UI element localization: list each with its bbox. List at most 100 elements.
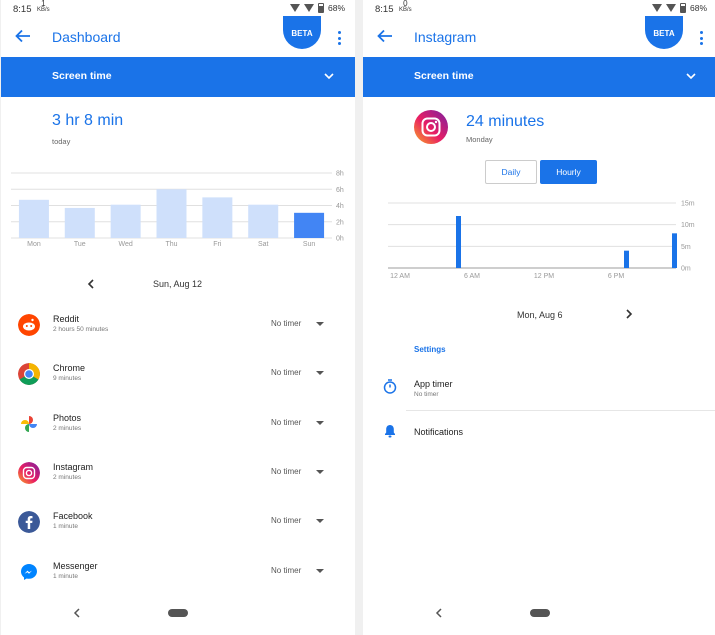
previous-day-icon[interactable]	[87, 279, 95, 289]
y-tick-label: 0h	[336, 236, 344, 243]
app-bar: Dashboard BETA	[1, 16, 355, 58]
section-label: Screen time	[414, 70, 474, 82]
y-tick-label: 8h	[336, 171, 344, 178]
daily-toggle[interactable]: Daily	[485, 160, 537, 184]
bar-fri	[202, 197, 233, 238]
dropdown-arrow-icon[interactable]	[316, 371, 324, 376]
timer-dropdown[interactable]: No timer	[271, 516, 301, 525]
app-duration: 1 minute	[53, 523, 78, 531]
next-day-icon[interactable]	[625, 309, 633, 319]
status-time: 8:15	[375, 4, 394, 15]
more-options-icon[interactable]	[700, 31, 703, 45]
bar-tue	[64, 207, 95, 238]
x-tick-label: 6 AM	[464, 273, 480, 280]
hour-bar	[624, 250, 629, 268]
y-tick-label: 5m	[681, 244, 691, 251]
total-screen-time: 24 minutes	[466, 113, 545, 130]
screen-time-dropdown[interactable]: Screen time	[363, 57, 715, 97]
network-speed-unit: KB/s	[37, 7, 50, 13]
app-row-messenger[interactable]: Messenger 1 minute No timer	[1, 553, 355, 593]
app-row-facebook[interactable]: Facebook 1 minute No timer	[1, 503, 355, 543]
instagram-icon	[414, 110, 448, 144]
screen-time-dropdown[interactable]: Screen time	[1, 57, 355, 97]
app-name: Messenger	[53, 560, 98, 571]
notifications-row[interactable]: Notifications	[363, 418, 715, 448]
chevron-down-icon	[324, 73, 334, 80]
system-back-icon[interactable]	[72, 608, 82, 618]
reddit-icon	[18, 314, 40, 336]
app-name: Facebook	[53, 511, 93, 522]
timer-dropdown[interactable]: No timer	[271, 467, 301, 476]
timer-dropdown[interactable]: No timer	[271, 418, 301, 427]
y-tick-label: 4h	[336, 203, 344, 210]
bell-icon	[385, 425, 395, 438]
bar-sun	[294, 212, 325, 238]
dropdown-arrow-icon[interactable]	[316, 420, 324, 425]
signal-icon	[665, 4, 676, 12]
app-bar: Instagram BETA	[363, 16, 715, 58]
timer-dropdown[interactable]: No timer	[271, 566, 301, 575]
app-duration: 1 minute	[53, 572, 78, 580]
app-row-reddit[interactable]: Reddit 2 hours 50 minutes No timer	[1, 306, 355, 346]
more-options-icon[interactable]	[338, 31, 341, 45]
dropdown-arrow-icon[interactable]	[316, 469, 324, 474]
bar-thu	[156, 189, 187, 238]
hour-bar	[456, 216, 461, 268]
messenger-icon	[18, 560, 40, 583]
app-row-instagram[interactable]: Instagram 2 minutes No timer	[1, 454, 355, 494]
dropdown-arrow-icon[interactable]	[316, 322, 324, 326]
dropdown-arrow-icon[interactable]	[316, 519, 324, 524]
back-arrow-icon[interactable]	[13, 26, 33, 46]
instagram-icon	[18, 461, 40, 484]
timer-dropdown[interactable]: No timer	[271, 368, 301, 377]
app-row-chrome[interactable]: Chrome 9 minutes No timer	[1, 355, 355, 395]
weekly-usage-chart: 0h 2h 4h 6h 8h Mon Tue Wed Thu Fri Sat Sun	[11, 171, 344, 248]
y-tick-label: 15m	[681, 201, 695, 208]
network-speed: 1 KB/s	[37, 0, 50, 13]
total-screen-time: 3 hr 8 min	[52, 112, 124, 129]
app-row-photos[interactable]: Photos 2 minutes No timer	[1, 405, 355, 445]
y-tick-label: 10m	[681, 222, 695, 229]
app-name: Photos	[53, 412, 82, 423]
total-screen-time-label: today	[52, 137, 71, 146]
system-home-button[interactable]	[530, 609, 550, 617]
app-name: Reddit	[53, 314, 80, 324]
instagram-screen: 8:15 0 KB/s 68% Instagram BETA Screen ti…	[363, 0, 715, 635]
y-tick-label: 2h	[336, 219, 344, 226]
battery-percent: 68%	[327, 3, 345, 13]
hour-bar	[672, 233, 677, 268]
dropdown-arrow-icon[interactable]	[316, 568, 324, 573]
x-tick-label: Thu	[165, 241, 177, 248]
back-arrow-icon[interactable]	[375, 26, 395, 46]
y-tick-label: 0m	[681, 266, 691, 273]
app-timer-row[interactable]: App timer No timer	[363, 370, 715, 410]
x-tick-label: 6 PM	[608, 273, 625, 280]
chrome-icon	[18, 363, 40, 386]
wifi-icon	[289, 4, 300, 12]
system-home-button[interactable]	[168, 609, 188, 617]
app-timer-value: No timer	[414, 391, 439, 398]
dashboard-screen: 8:15 1 KB/s 68% Dashboard BETA Screen ti…	[1, 0, 355, 635]
selected-date: Sun, Aug 12	[153, 279, 203, 289]
network-speed-unit: KB/s	[399, 7, 412, 13]
battery-percent: 68%	[689, 3, 707, 13]
beta-badge: BETA	[283, 16, 321, 49]
wifi-icon	[651, 4, 662, 12]
x-tick-label: Mon	[27, 241, 41, 248]
x-tick-label: Sun	[303, 241, 316, 248]
facebook-icon	[18, 511, 40, 534]
beta-badge: BETA	[645, 16, 683, 49]
x-tick-label: Fri	[213, 241, 222, 248]
system-back-icon[interactable]	[434, 608, 444, 618]
notifications-label: Notifications	[414, 427, 464, 437]
timer-icon	[383, 379, 397, 394]
timer-dropdown[interactable]: No timer	[271, 319, 301, 328]
hourly-toggle[interactable]: Hourly	[540, 160, 597, 184]
bar-wed	[110, 204, 141, 238]
photos-icon	[21, 415, 37, 432]
network-speed: 0 KB/s	[399, 0, 412, 13]
app-name: Chrome	[53, 363, 86, 374]
battery-icon	[679, 3, 686, 13]
x-tick-label: Wed	[119, 241, 133, 248]
status-time: 8:15	[13, 4, 32, 15]
